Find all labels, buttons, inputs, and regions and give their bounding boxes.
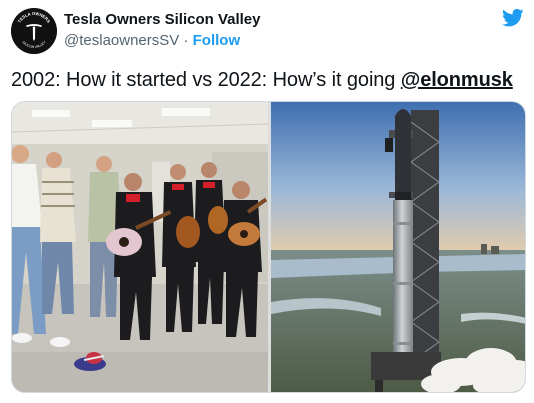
tweet-body: 2002: How it started vs 2022: How’s it g…: [11, 69, 401, 91]
handle[interactable]: @teslaownersSV: [64, 32, 179, 49]
tweet-text: 2002: How it started vs 2022: How’s it g…: [11, 68, 513, 92]
separator: ·: [183, 32, 189, 49]
starship-photo-illustration: [271, 102, 525, 392]
tesla-owners-logo: TESLA OWNERS SILICON VALLEY: [11, 8, 57, 54]
tweet-card: TESLA OWNERS SILICON VALLEY Tesla Owners…: [0, 0, 534, 403]
follow-button[interactable]: Follow: [193, 32, 241, 49]
avatar[interactable]: TESLA OWNERS SILICON VALLEY: [11, 8, 57, 54]
handle-row: @teslaownersSV · Follow: [64, 32, 240, 50]
mariachi-group-photo[interactable]: [12, 102, 268, 392]
mariachi-photo-illustration: [12, 102, 268, 392]
media-grid: [11, 101, 526, 393]
display-name[interactable]: Tesla Owners Silicon Valley: [64, 11, 260, 29]
starship-launch-tower-photo[interactable]: [271, 102, 525, 392]
twitter-bird-icon[interactable]: [502, 8, 524, 28]
mention-link[interactable]: @elonmusk: [401, 69, 513, 91]
